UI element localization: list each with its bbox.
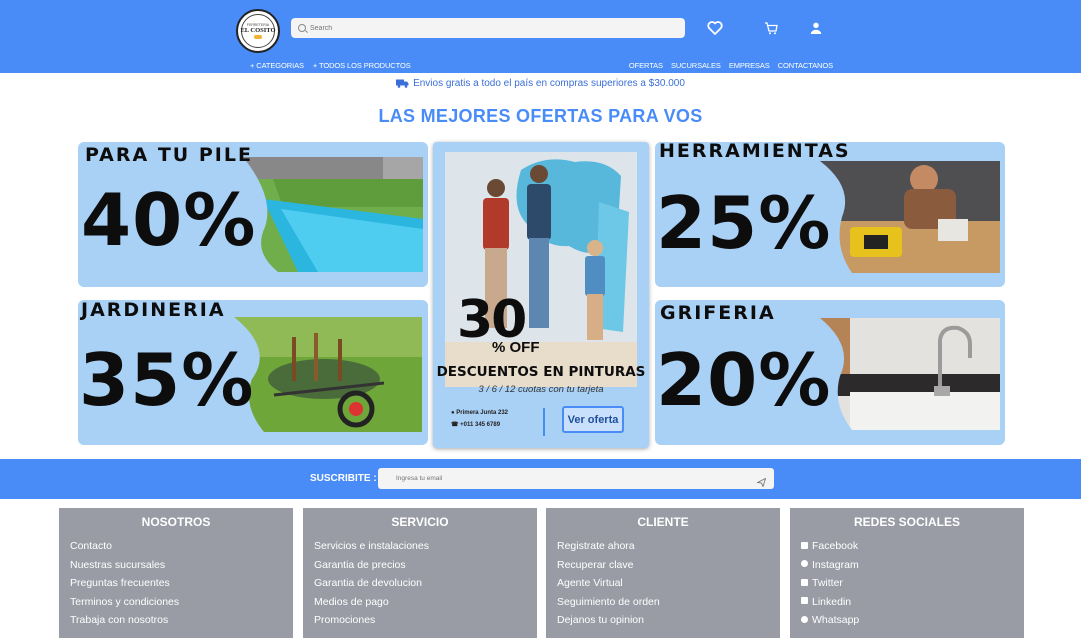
send-icon[interactable] <box>755 474 767 492</box>
whatsapp-icon <box>801 615 808 623</box>
pinturas-phone: ☎ +011 345 6789 <box>451 421 500 428</box>
footer-col-cliente: CLIENTE Registrate ahora Recuperar clave… <box>546 508 780 638</box>
promo-percent: 25% <box>656 181 832 265</box>
nav-empresas[interactable]: EMPRESAS <box>729 61 770 70</box>
footer-link-registrate[interactable]: Registrate ahora <box>557 537 769 556</box>
pinturas-cuotas: 3 / 6 / 12 cuotas con tu tarjeta <box>478 384 604 395</box>
faucet-image <box>820 318 1000 430</box>
promo-card-pinturas[interactable]: 30 % OFF DESCUENTOS EN PINTURAS 3 / 6 / … <box>433 142 649 448</box>
phone-icon: ☎ <box>451 422 459 428</box>
footer-link-servicios[interactable]: Servicios e instalaciones <box>314 537 526 556</box>
footer-link-opinion[interactable]: Dejanos tu opinion <box>557 611 769 630</box>
pinturas-headline: DESCUENTOS EN PINTURAS <box>436 364 646 380</box>
address-text: Primera Junta 232 <box>456 410 508 416</box>
footer-link-medios-pago[interactable]: Medios de pago <box>314 593 526 612</box>
nav-ofertas[interactable]: OFERTAS <box>629 61 663 70</box>
email-input[interactable] <box>396 475 736 482</box>
twitter-icon <box>801 578 808 586</box>
footer-link-sucursales[interactable]: Nuestras sucursales <box>70 556 282 575</box>
subscribe-field <box>378 468 774 489</box>
instagram-icon <box>801 560 808 568</box>
promo-percent: 35% <box>79 338 255 422</box>
linkedin-icon <box>801 597 808 605</box>
footer-col-nosotros: NOSOTROS Contacto Nuestras sucursales Pr… <box>59 508 293 638</box>
facebook-icon <box>801 541 808 549</box>
footer-link-agente[interactable]: Agente Virtual <box>557 574 769 593</box>
link-label: Instagram <box>812 558 859 571</box>
truck-icon <box>396 79 409 88</box>
discount-off-label: % OFF <box>492 339 540 356</box>
promo-title: JARDINERIA <box>81 300 226 321</box>
footer-link-twitter[interactable]: Twitter <box>801 574 1013 593</box>
favorites-heart-icon[interactable] <box>705 18 725 38</box>
location-pin-icon: ● <box>451 410 455 416</box>
shipping-text: Envios gratis a todo el país en compras … <box>413 78 685 89</box>
footer-link-seguimiento[interactable]: Seguimiento de orden <box>557 593 769 612</box>
footer-link-trabaja[interactable]: Trabaja con nosotros <box>70 611 282 630</box>
section-title: LAS MEJORES OFERTAS PARA VOS <box>378 106 703 126</box>
phone-text: +011 345 6789 <box>460 422 501 428</box>
nav-contactanos[interactable]: CONTACTANOS <box>778 61 833 70</box>
search-bar <box>291 18 685 38</box>
link-label: Twitter <box>812 577 843 589</box>
cart-icon[interactable] <box>761 18 781 38</box>
footer-link-promociones[interactable]: Promociones <box>314 611 526 630</box>
painting-family-image <box>445 152 637 387</box>
footer-link-instagram[interactable]: Instagram <box>801 556 1013 575</box>
footer-col-title: SERVICIO <box>391 515 449 529</box>
subscribe-label: SUSCRIBITE : <box>310 473 377 484</box>
promo-card-griferia[interactable]: GRIFERIA 20% <box>655 300 1005 445</box>
footer-col-servicio: SERVICIO Servicios e instalaciones Garan… <box>303 508 537 638</box>
garden-image <box>234 317 422 432</box>
footer-link-garantia-precios[interactable]: Garantia de precios <box>314 556 526 575</box>
promo-title: HERRAMIENTAS <box>659 142 851 162</box>
nav-sucursales[interactable]: SUCURSALES <box>671 61 721 70</box>
footer-link-recuperar[interactable]: Recuperar clave <box>557 556 769 575</box>
nav-left: + CATEGORIAS + TODOS LOS PRODUCTOS <box>250 61 411 70</box>
ver-oferta-button[interactable]: Ver oferta <box>562 406 624 433</box>
footer-link-faq[interactable]: Preguntas frecuentes <box>70 574 282 593</box>
footer-link-garantia-devolucion[interactable]: Garantia de devolucion <box>314 574 526 593</box>
promo-card-pile[interactable]: PARA TU PILE 40% <box>78 142 428 287</box>
footer-col-title: NOSOTROS <box>141 515 211 529</box>
promo-title: PARA TU PILE <box>85 144 253 166</box>
promo-percent: 20% <box>656 338 832 422</box>
pinturas-address: ● Primera Junta 232 <box>451 410 508 416</box>
footer-link-contacto[interactable]: Contacto <box>70 537 282 556</box>
pool-image <box>243 157 423 272</box>
promo-title: GRIFERIA <box>660 302 776 324</box>
footer-link-whatsapp[interactable]: Whatsapp <box>801 611 1013 630</box>
shipping-banner: Envios gratis a todo el país en compras … <box>0 78 1081 89</box>
link-label: Linkedin <box>812 595 852 608</box>
promo-card-jardineria[interactable]: JARDINERIA 35% <box>78 300 428 445</box>
search-input[interactable] <box>310 24 660 32</box>
footer-link-facebook[interactable]: Facebook <box>801 537 1013 556</box>
link-label: Facebook <box>812 540 859 552</box>
footer-col-redes: REDES SOCIALES Facebook Instagram Twitte… <box>790 508 1024 638</box>
link-label: Whatsapp <box>812 614 860 626</box>
promo-card-herramientas[interactable]: HERRAMIENTAS 25% <box>655 142 1005 287</box>
search-icon <box>298 24 306 32</box>
tools-image <box>820 161 1000 273</box>
footer-col-title: REDES SOCIALES <box>853 515 961 529</box>
footer-col-title: CLIENTE <box>637 515 689 529</box>
footer-link-terminos[interactable]: Terminos y condiciones <box>70 593 282 612</box>
site-header: FERRETERIA EL COSITO + CATEGORIAS + TODO… <box>0 0 1081 73</box>
divider <box>543 408 545 436</box>
footer-link-linkedin[interactable]: Linkedin <box>801 593 1013 612</box>
nav-categorias[interactable]: + CATEGORIAS <box>250 61 304 70</box>
user-account-icon[interactable] <box>806 18 826 38</box>
nav-right: OFERTAS SUCURSALES EMPRESAS CONTACTANOS <box>629 61 833 70</box>
logo-title: EL COSITO <box>240 27 276 34</box>
logo[interactable]: FERRETERIA EL COSITO <box>236 9 280 53</box>
nav-todos-productos[interactable]: + TODOS LOS PRODUCTOS <box>313 61 411 70</box>
promo-percent: 40% <box>81 178 257 262</box>
key-icon <box>254 35 262 39</box>
